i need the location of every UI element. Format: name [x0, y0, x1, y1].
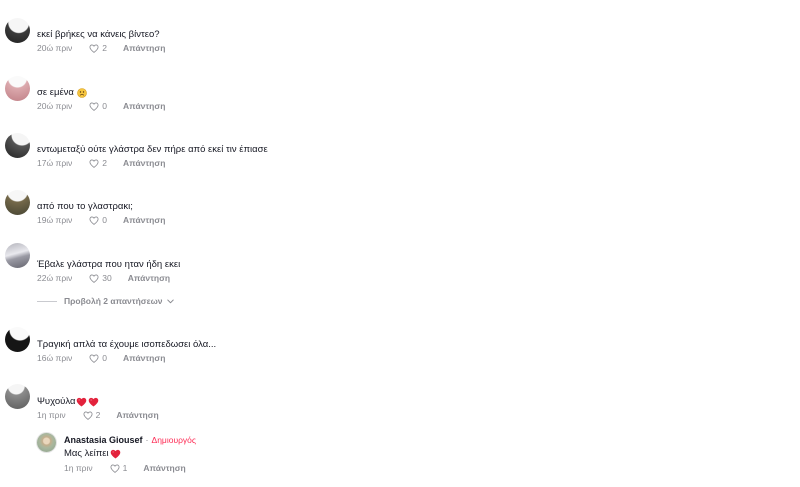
like-count: 0: [102, 101, 108, 111]
comment-item: Ψυχούλα 1η πριν 2 Απάντηση: [5, 384, 159, 421]
like-button[interactable]: 2: [89, 43, 107, 54]
reply-button[interactable]: Απάντηση: [128, 273, 170, 284]
comment-text: εντωμεταξύ ούτε γλάστρα δεν πήρε από εκε…: [37, 143, 268, 156]
like-button[interactable]: 1: [110, 463, 128, 474]
avatar[interactable]: [5, 18, 30, 43]
comment-item: εντωμεταξύ ούτε γλάστρα δεν πήρε από εκε…: [5, 133, 268, 169]
reply-button[interactable]: Απάντηση: [123, 215, 165, 226]
like-button[interactable]: 2: [89, 158, 107, 169]
like-count: 0: [102, 215, 108, 225]
comment-time: 19ώ πριν: [37, 215, 73, 225]
reply-author[interactable]: Anastasia Giousef: [64, 434, 143, 446]
reply-button[interactable]: Απάντηση: [123, 158, 165, 169]
reply-time: 1η πριν: [64, 463, 93, 473]
heart-outline-icon: [89, 274, 99, 283]
comment-item: Τραγική απλά τα έχουμε ισοπεδωσει όλα...…: [5, 327, 216, 364]
comment-item: από που το γλαστρακι; 19ώ πριν 0 Απάντησ…: [5, 190, 165, 226]
comment-meta: 1η πριν 2 Απάντηση: [37, 410, 159, 421]
like-count: 2: [102, 43, 108, 53]
heart-outline-icon: [89, 102, 99, 111]
comment-item: σε εμένα 20ώ πριν 0 Απάντηση: [5, 76, 165, 112]
comment-time: 17ώ πριν: [37, 158, 73, 168]
comment-text: Έβαλε γλάστρα που ηταν ήδη εκει: [37, 258, 180, 271]
comment-text: Ψυχούλα: [37, 395, 159, 408]
comment-text-content: από που το γλαστρακι;: [37, 201, 133, 212]
comment-meta: 16ώ πριν 0 Απάντηση: [37, 353, 216, 364]
comment-text-content: εντωμεταξύ ούτε γλάστρα δεν πήρε από εκε…: [37, 144, 268, 155]
heart-outline-icon: [89, 159, 99, 168]
comment-time: 20ώ πριν: [37, 43, 73, 53]
red-heart-icon: [76, 397, 87, 407]
view-replies-label: Προβολή 2 απαντήσεων: [64, 296, 163, 306]
like-count: 30: [102, 273, 112, 283]
reply-text-content: Μας λείπει: [64, 448, 109, 459]
reply-button[interactable]: Απάντηση: [123, 43, 165, 54]
avatar[interactable]: [5, 243, 30, 268]
like-button[interactable]: 0: [89, 101, 107, 112]
heart-outline-icon: [89, 354, 99, 363]
like-button[interactable]: 30: [89, 273, 112, 284]
heart-outline-icon: [89, 216, 99, 225]
avatar[interactable]: [5, 133, 30, 158]
chevron-down-icon: [166, 299, 174, 304]
red-heart-icon: [88, 397, 99, 407]
reply-item: Anastasia Giousef · Δημιουργός Μας λείπε…: [37, 433, 196, 474]
avatar[interactable]: [5, 327, 30, 352]
comment-time: 22ώ πριν: [37, 273, 73, 283]
comment-text: σε εμένα: [37, 86, 165, 99]
reply-button[interactable]: Απάντηση: [116, 410, 158, 421]
comments-panel: εκεί βρήκες να κάνεις βίντεο? 20ώ πριν 2…: [0, 0, 800, 487]
creator-badge: Δημιουργός: [151, 435, 197, 445]
reply-button[interactable]: Απάντηση: [143, 463, 185, 474]
view-replies-button[interactable]: Προβολή 2 απαντήσεων: [37, 296, 174, 307]
comment-item: εκεί βρήκες να κάνεις βίντεο? 20ώ πριν 2…: [5, 18, 165, 54]
comment-time: 1η πριν: [37, 410, 66, 420]
divider: [37, 301, 57, 302]
avatar[interactable]: [5, 190, 30, 215]
like-count: 2: [102, 158, 108, 168]
comment-text: εκεί βρήκες να κάνεις βίντεο?: [37, 28, 165, 41]
red-heart-icon: [110, 449, 121, 459]
comment-meta: 19ώ πριν 0 Απάντηση: [37, 215, 165, 226]
comment-meta: 22ώ πριν 30 Απάντηση: [37, 273, 180, 284]
comment-text-content: Τραγική απλά τα έχουμε ισοπεδωσει όλα...: [37, 339, 217, 350]
heart-outline-icon: [110, 464, 120, 473]
comment-meta: 17ώ πριν 2 Απάντηση: [37, 158, 268, 169]
reply-meta: 1η πριν 1 Απάντηση: [64, 463, 196, 474]
like-button[interactable]: 0: [89, 353, 107, 364]
avatar[interactable]: [37, 433, 56, 452]
like-count: 0: [102, 353, 108, 363]
heart-outline-icon: [89, 44, 99, 53]
comment-item: Έβαλε γλάστρα που ηταν ήδη εκει 22ώ πριν…: [5, 243, 180, 284]
reply-button[interactable]: Απάντηση: [123, 353, 165, 364]
like-count: 1: [122, 463, 128, 473]
avatar[interactable]: [5, 76, 30, 101]
reply-text: Μας λείπει: [64, 447, 196, 460]
comment-text-content: Ψυχούλα: [37, 396, 76, 407]
comment-time: 16ώ πριν: [37, 353, 73, 363]
comment-text: Τραγική απλά τα έχουμε ισοπεδωσει όλα...: [37, 338, 216, 351]
comment-meta: 20ώ πριν 0 Απάντηση: [37, 101, 165, 112]
heart-outline-icon: [83, 411, 93, 420]
like-button[interactable]: 2: [83, 410, 101, 421]
comment-text-content: σε εμένα: [37, 87, 74, 98]
like-button[interactable]: 0: [89, 215, 107, 226]
comment-meta: 20ώ πριν 2 Απάντηση: [37, 43, 165, 54]
comment-text: από που το γλαστρακι;: [37, 200, 165, 213]
avatar[interactable]: [5, 384, 30, 409]
separator: ·: [145, 435, 149, 445]
like-count: 2: [95, 410, 101, 420]
comment-text-content: Έβαλε γλάστρα που ηταν ήδη εκει: [37, 259, 181, 270]
comment-text-content: εκεί βρήκες να κάνεις βίντεο?: [37, 29, 160, 40]
reply-author-line: Anastasia Giousef · Δημιουργός: [64, 434, 196, 446]
reply-button[interactable]: Απάντηση: [123, 101, 165, 112]
slightly-frowning-face-icon: [77, 87, 87, 98]
comment-time: 20ώ πριν: [37, 101, 73, 111]
